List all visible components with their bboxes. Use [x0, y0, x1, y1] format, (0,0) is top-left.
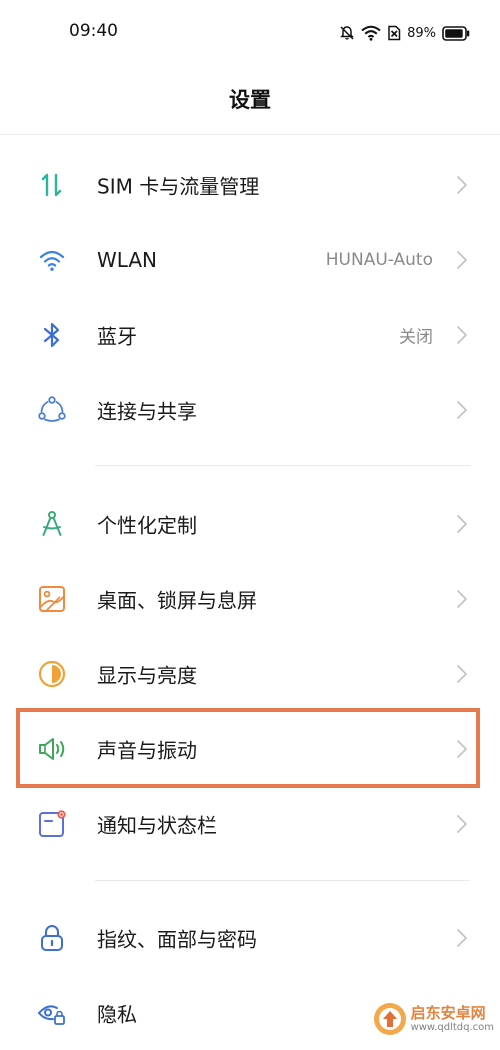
bluetooth-icon: [36, 319, 68, 351]
settings-item-label: 通知与状态栏: [97, 813, 217, 837]
chevron-right-icon: [456, 400, 468, 420]
settings-item-value: HUNAU-Auto: [325, 249, 433, 270]
page-title: 设置: [229, 88, 271, 112]
lock-icon: [36, 922, 68, 954]
settings-item-personalization[interactable]: 个性化定制: [0, 486, 500, 561]
wifi-icon: [36, 244, 68, 276]
chevron-right-icon: [456, 325, 468, 345]
wallpaper-icon: [36, 583, 68, 615]
settings-item-display-brightness[interactable]: 显示与亮度: [0, 636, 500, 711]
settings-item-wlan[interactable]: WLAN HUNAU-Auto: [0, 222, 500, 297]
no-sim-icon: [388, 25, 401, 41]
watermark-url: www.qdltdq.com: [410, 1021, 494, 1033]
settings-item-label: SIM 卡与流量管理: [97, 174, 260, 198]
chevron-right-icon: [456, 175, 468, 195]
sim-data-icon: [36, 169, 68, 201]
status-icons: 89%: [339, 22, 470, 44]
battery-percent: 89%: [407, 25, 436, 41]
settings-item-label: 蓝牙: [97, 324, 137, 348]
chevron-right-icon: [456, 589, 468, 609]
settings-item-connection-sharing[interactable]: 连接与共享: [0, 372, 500, 447]
section-divider: [95, 465, 470, 466]
notification-icon: [36, 808, 68, 840]
watermark: 启东安卓网 www.qdltdq.com: [373, 1002, 494, 1036]
settings-item-label: 个性化定制: [97, 513, 197, 537]
settings-item-label: 连接与共享: [97, 399, 197, 423]
status-time: 09:40: [69, 21, 118, 41]
settings-item-bluetooth[interactable]: 蓝牙 关闭: [0, 297, 500, 372]
status-bar: 09:40 89%: [0, 0, 500, 64]
settings-item-desktop-lockscreen[interactable]: 桌面、锁屏与息屏: [0, 561, 500, 636]
chevron-right-icon: [456, 514, 468, 534]
battery-icon: [442, 25, 470, 41]
chevron-right-icon: [456, 928, 468, 948]
section-divider: [95, 880, 470, 881]
settings-item-label: 桌面、锁屏与息屏: [97, 588, 257, 612]
chevron-right-icon: [456, 250, 468, 270]
connection-share-icon: [36, 394, 68, 426]
privacy-icon: [36, 997, 68, 1029]
settings-item-label: 显示与亮度: [97, 663, 197, 687]
settings-item-label: 指纹、面部与密码: [97, 927, 257, 951]
settings-item-fingerprint-face-password[interactable]: 指纹、面部与密码: [0, 900, 500, 975]
watermark-logo-icon: [373, 1003, 406, 1035]
display-brightness-icon: [36, 658, 68, 690]
chevron-right-icon: [456, 664, 468, 684]
settings-item-label: 隐私: [97, 1002, 137, 1026]
settings-item-sim[interactable]: SIM 卡与流量管理: [0, 147, 500, 222]
personalization-icon: [36, 508, 68, 540]
highlight-annotation-box: [16, 708, 480, 788]
settings-item-label: WLAN: [97, 247, 158, 272]
settings-item-value: 关闭: [399, 327, 433, 347]
settings-item-notifications[interactable]: 通知与状态栏: [0, 786, 500, 861]
mute-bell-icon: [340, 26, 354, 40]
wifi-status-icon: [361, 25, 381, 41]
chevron-right-icon: [456, 814, 468, 834]
watermark-title: 启东安卓网: [410, 1004, 486, 1023]
